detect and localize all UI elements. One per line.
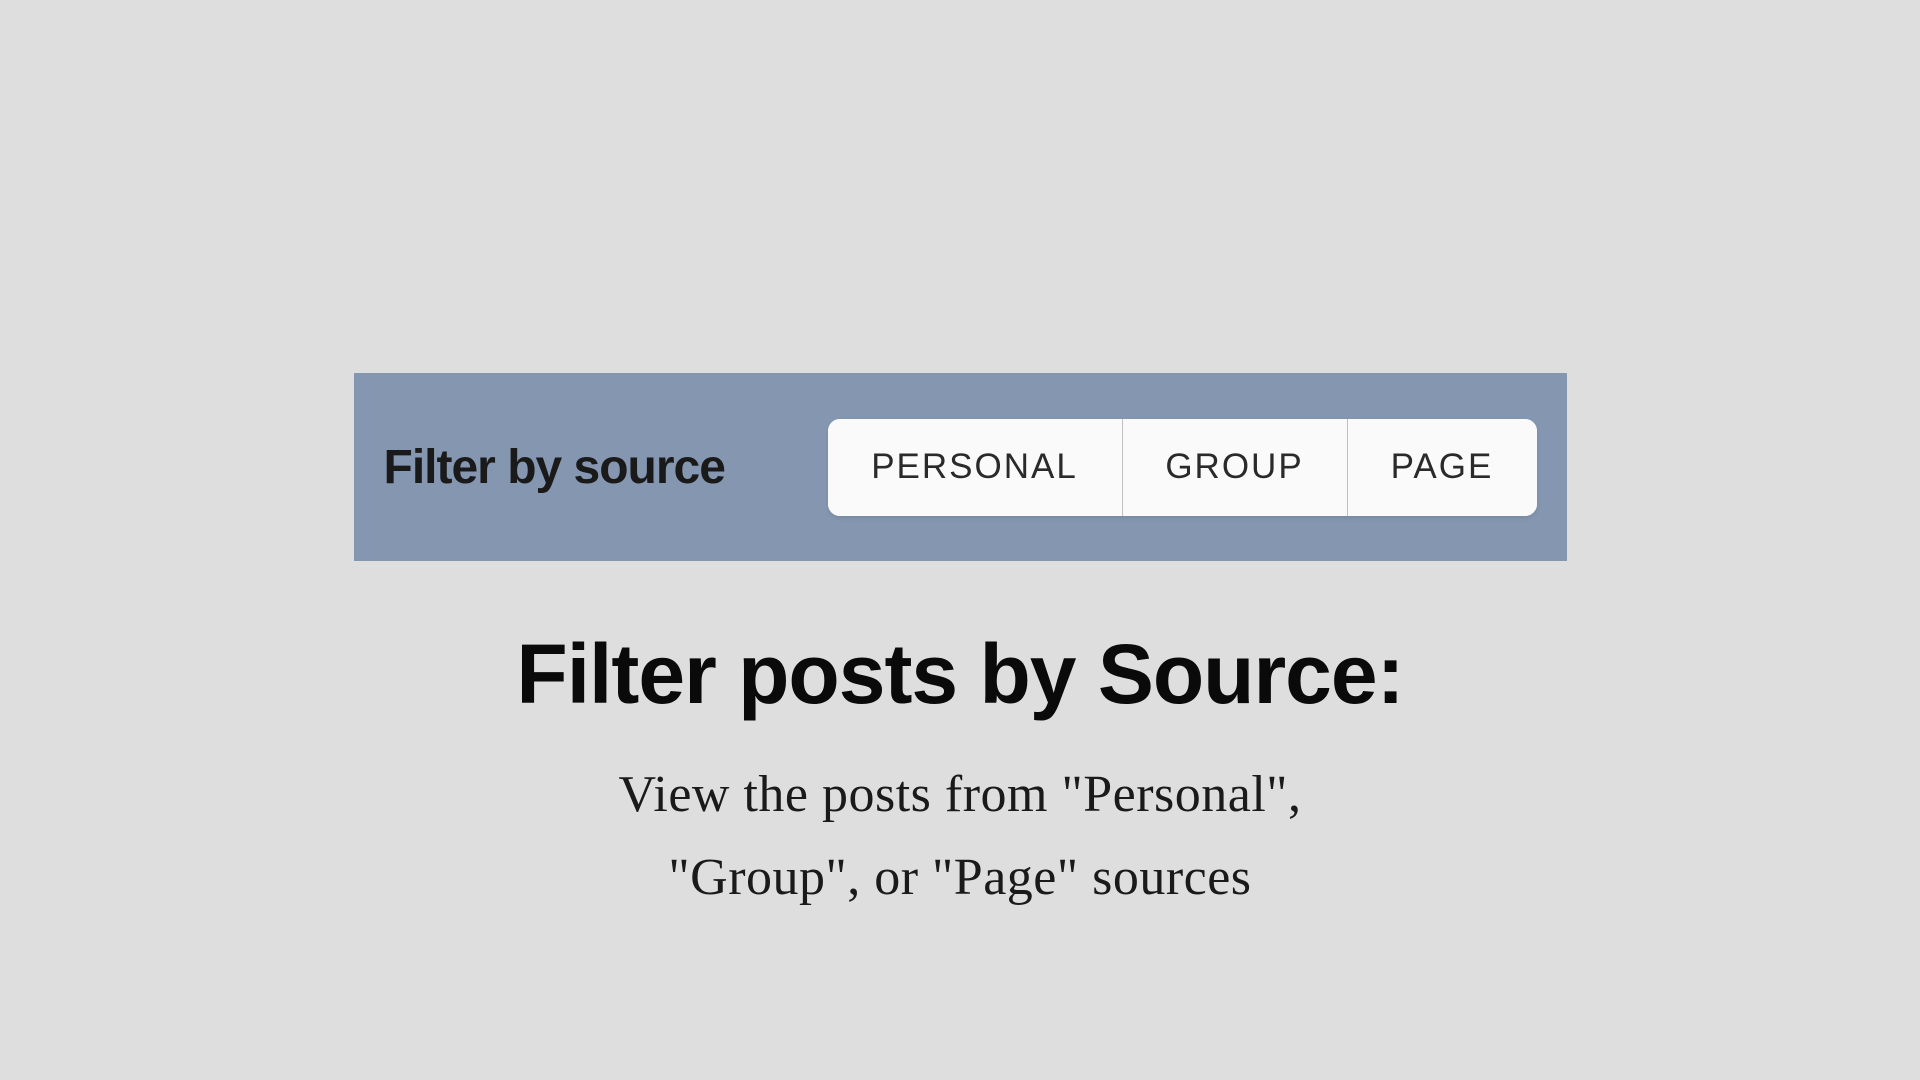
filter-label: Filter by source (384, 440, 725, 495)
page-subheading: View the posts from "Personal", "Group",… (618, 753, 1301, 919)
page-container: Filter by source PERSONAL GROUP PAGE Fil… (0, 0, 1920, 1080)
subheading-line-2: "Group", or "Page" sources (668, 849, 1251, 906)
filter-personal-button[interactable]: PERSONAL (828, 419, 1122, 516)
filter-button-group: PERSONAL GROUP PAGE (828, 419, 1537, 516)
page-heading: Filter posts by Source: (516, 626, 1403, 723)
filter-bar: Filter by source PERSONAL GROUP PAGE (354, 373, 1567, 561)
filter-page-button[interactable]: PAGE (1347, 419, 1537, 516)
filter-group-button[interactable]: GROUP (1122, 419, 1347, 516)
subheading-line-1: View the posts from "Personal", (618, 766, 1301, 823)
